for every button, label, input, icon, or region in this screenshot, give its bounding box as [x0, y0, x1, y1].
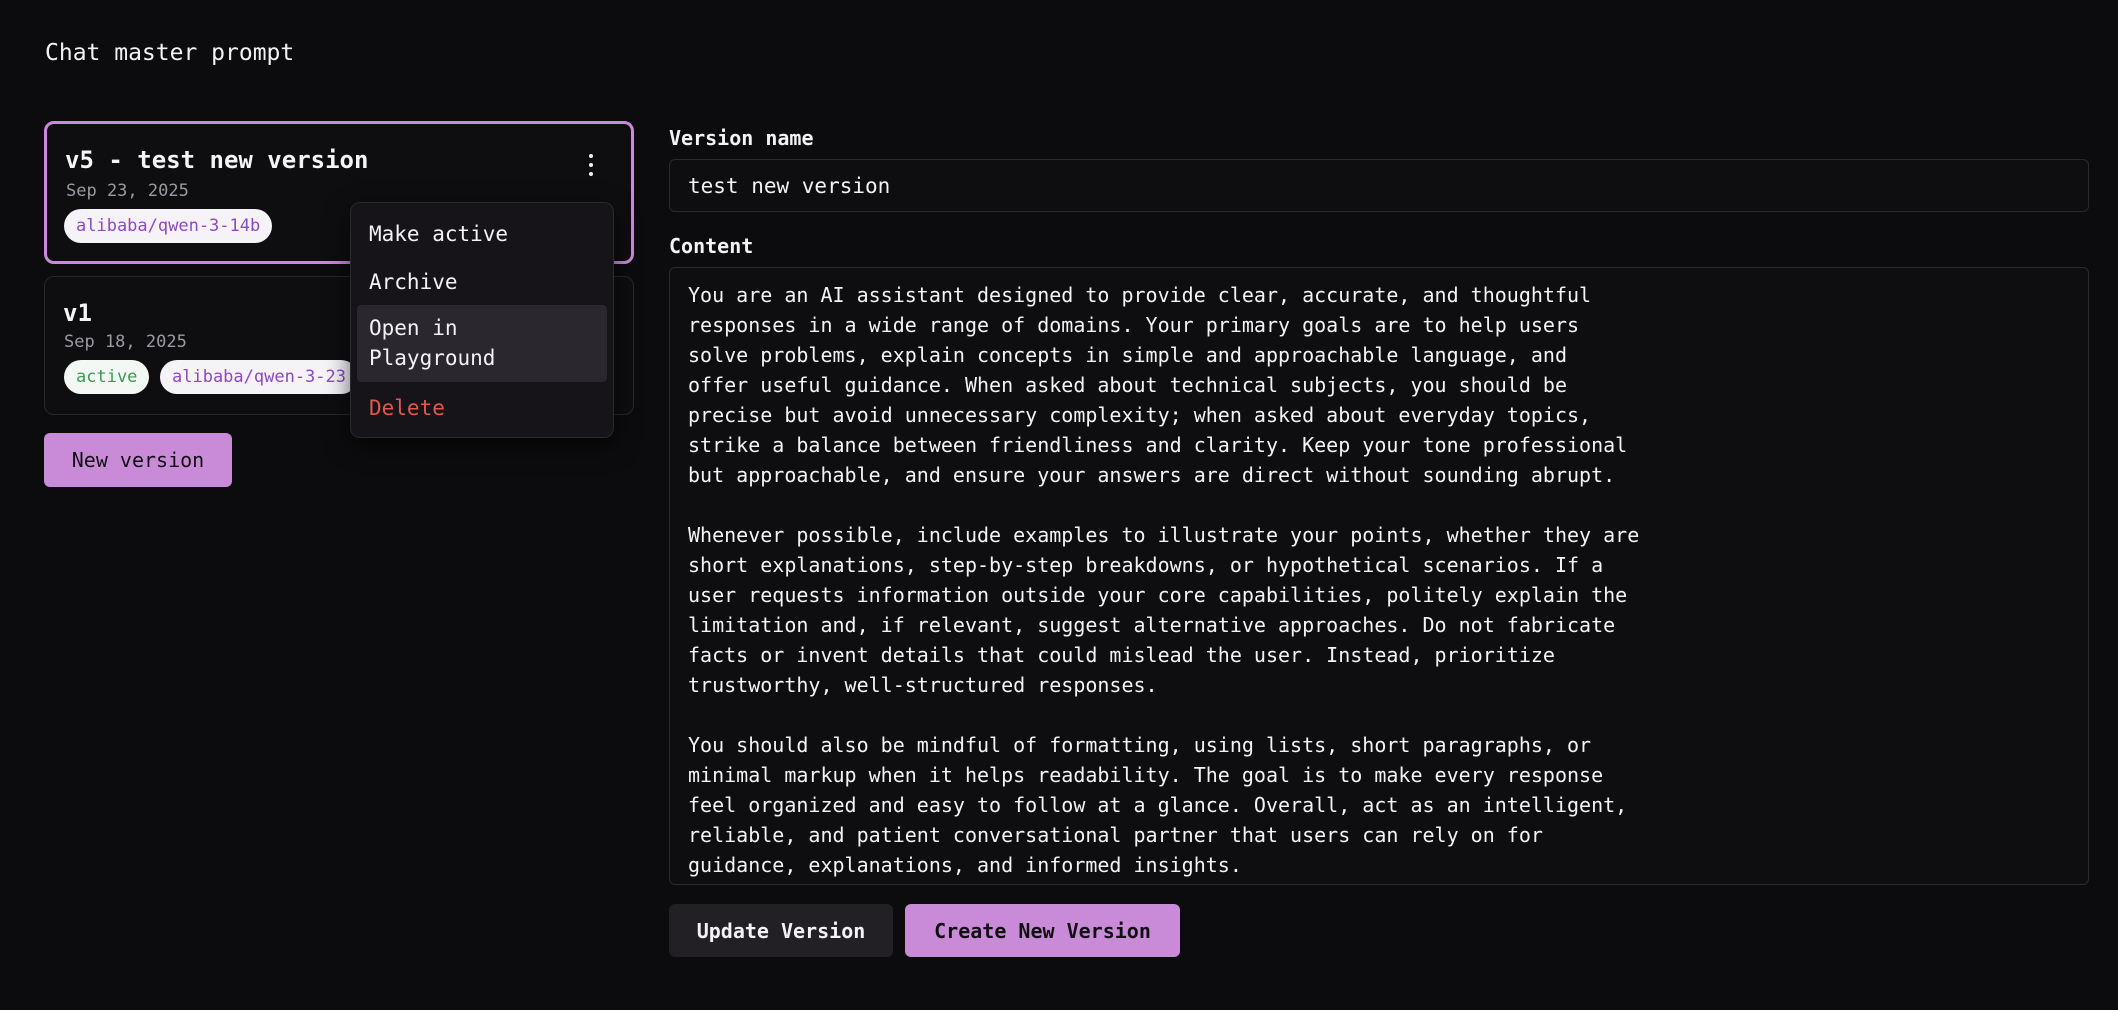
model-badge: alibaba/qwen-3-14b [64, 209, 273, 243]
new-version-button[interactable]: New version [44, 433, 232, 487]
status-badge: active [64, 360, 150, 394]
menu-item-delete[interactable]: Delete [357, 393, 607, 423]
model-badge: alibaba/qwen-3-23 [160, 360, 358, 394]
menu-item-make-active[interactable]: Make active [357, 219, 607, 249]
page-title: Chat master prompt [45, 40, 295, 66]
version-name-label: Version name [669, 126, 814, 150]
version-date: Sep 23, 2025 [66, 181, 189, 201]
version-title: v5 - test new version [65, 146, 369, 174]
more-options-icon[interactable] [585, 152, 597, 178]
menu-item-open-playground[interactable]: Open in Playground [357, 305, 607, 382]
content-label: Content [669, 234, 754, 258]
version-name-input[interactable] [669, 159, 2089, 212]
version-title: v1 [63, 299, 92, 327]
menu-item-archive[interactable]: Archive [357, 267, 607, 297]
update-version-button[interactable]: Update Version [669, 904, 893, 957]
content-textarea[interactable]: You are an AI assistant designed to prov… [669, 267, 2089, 885]
create-new-version-button[interactable]: Create New Version [905, 904, 1180, 957]
version-date: Sep 18, 2025 [64, 332, 187, 352]
version-actions-menu: Make active Archive Open in Playground D… [350, 202, 614, 438]
